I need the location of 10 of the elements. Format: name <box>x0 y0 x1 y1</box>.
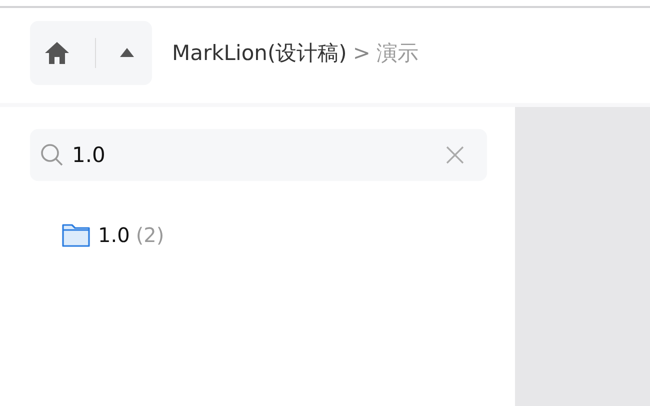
item-count: (2) <box>136 223 164 247</box>
folder-icon <box>62 223 90 247</box>
home-icon <box>44 40 70 64</box>
search-input[interactable]: 1.0 <box>70 142 439 168</box>
up-triangle-icon <box>120 48 134 57</box>
search-field[interactable]: 1.0 <box>30 129 487 181</box>
breadcrumb-item[interactable]: MarkLion(设计稿) <box>172 38 347 66</box>
folder-name[interactable]: 1.0 <box>98 223 130 247</box>
search-icon <box>40 143 64 167</box>
breadcrumb-separator: > <box>352 40 370 64</box>
